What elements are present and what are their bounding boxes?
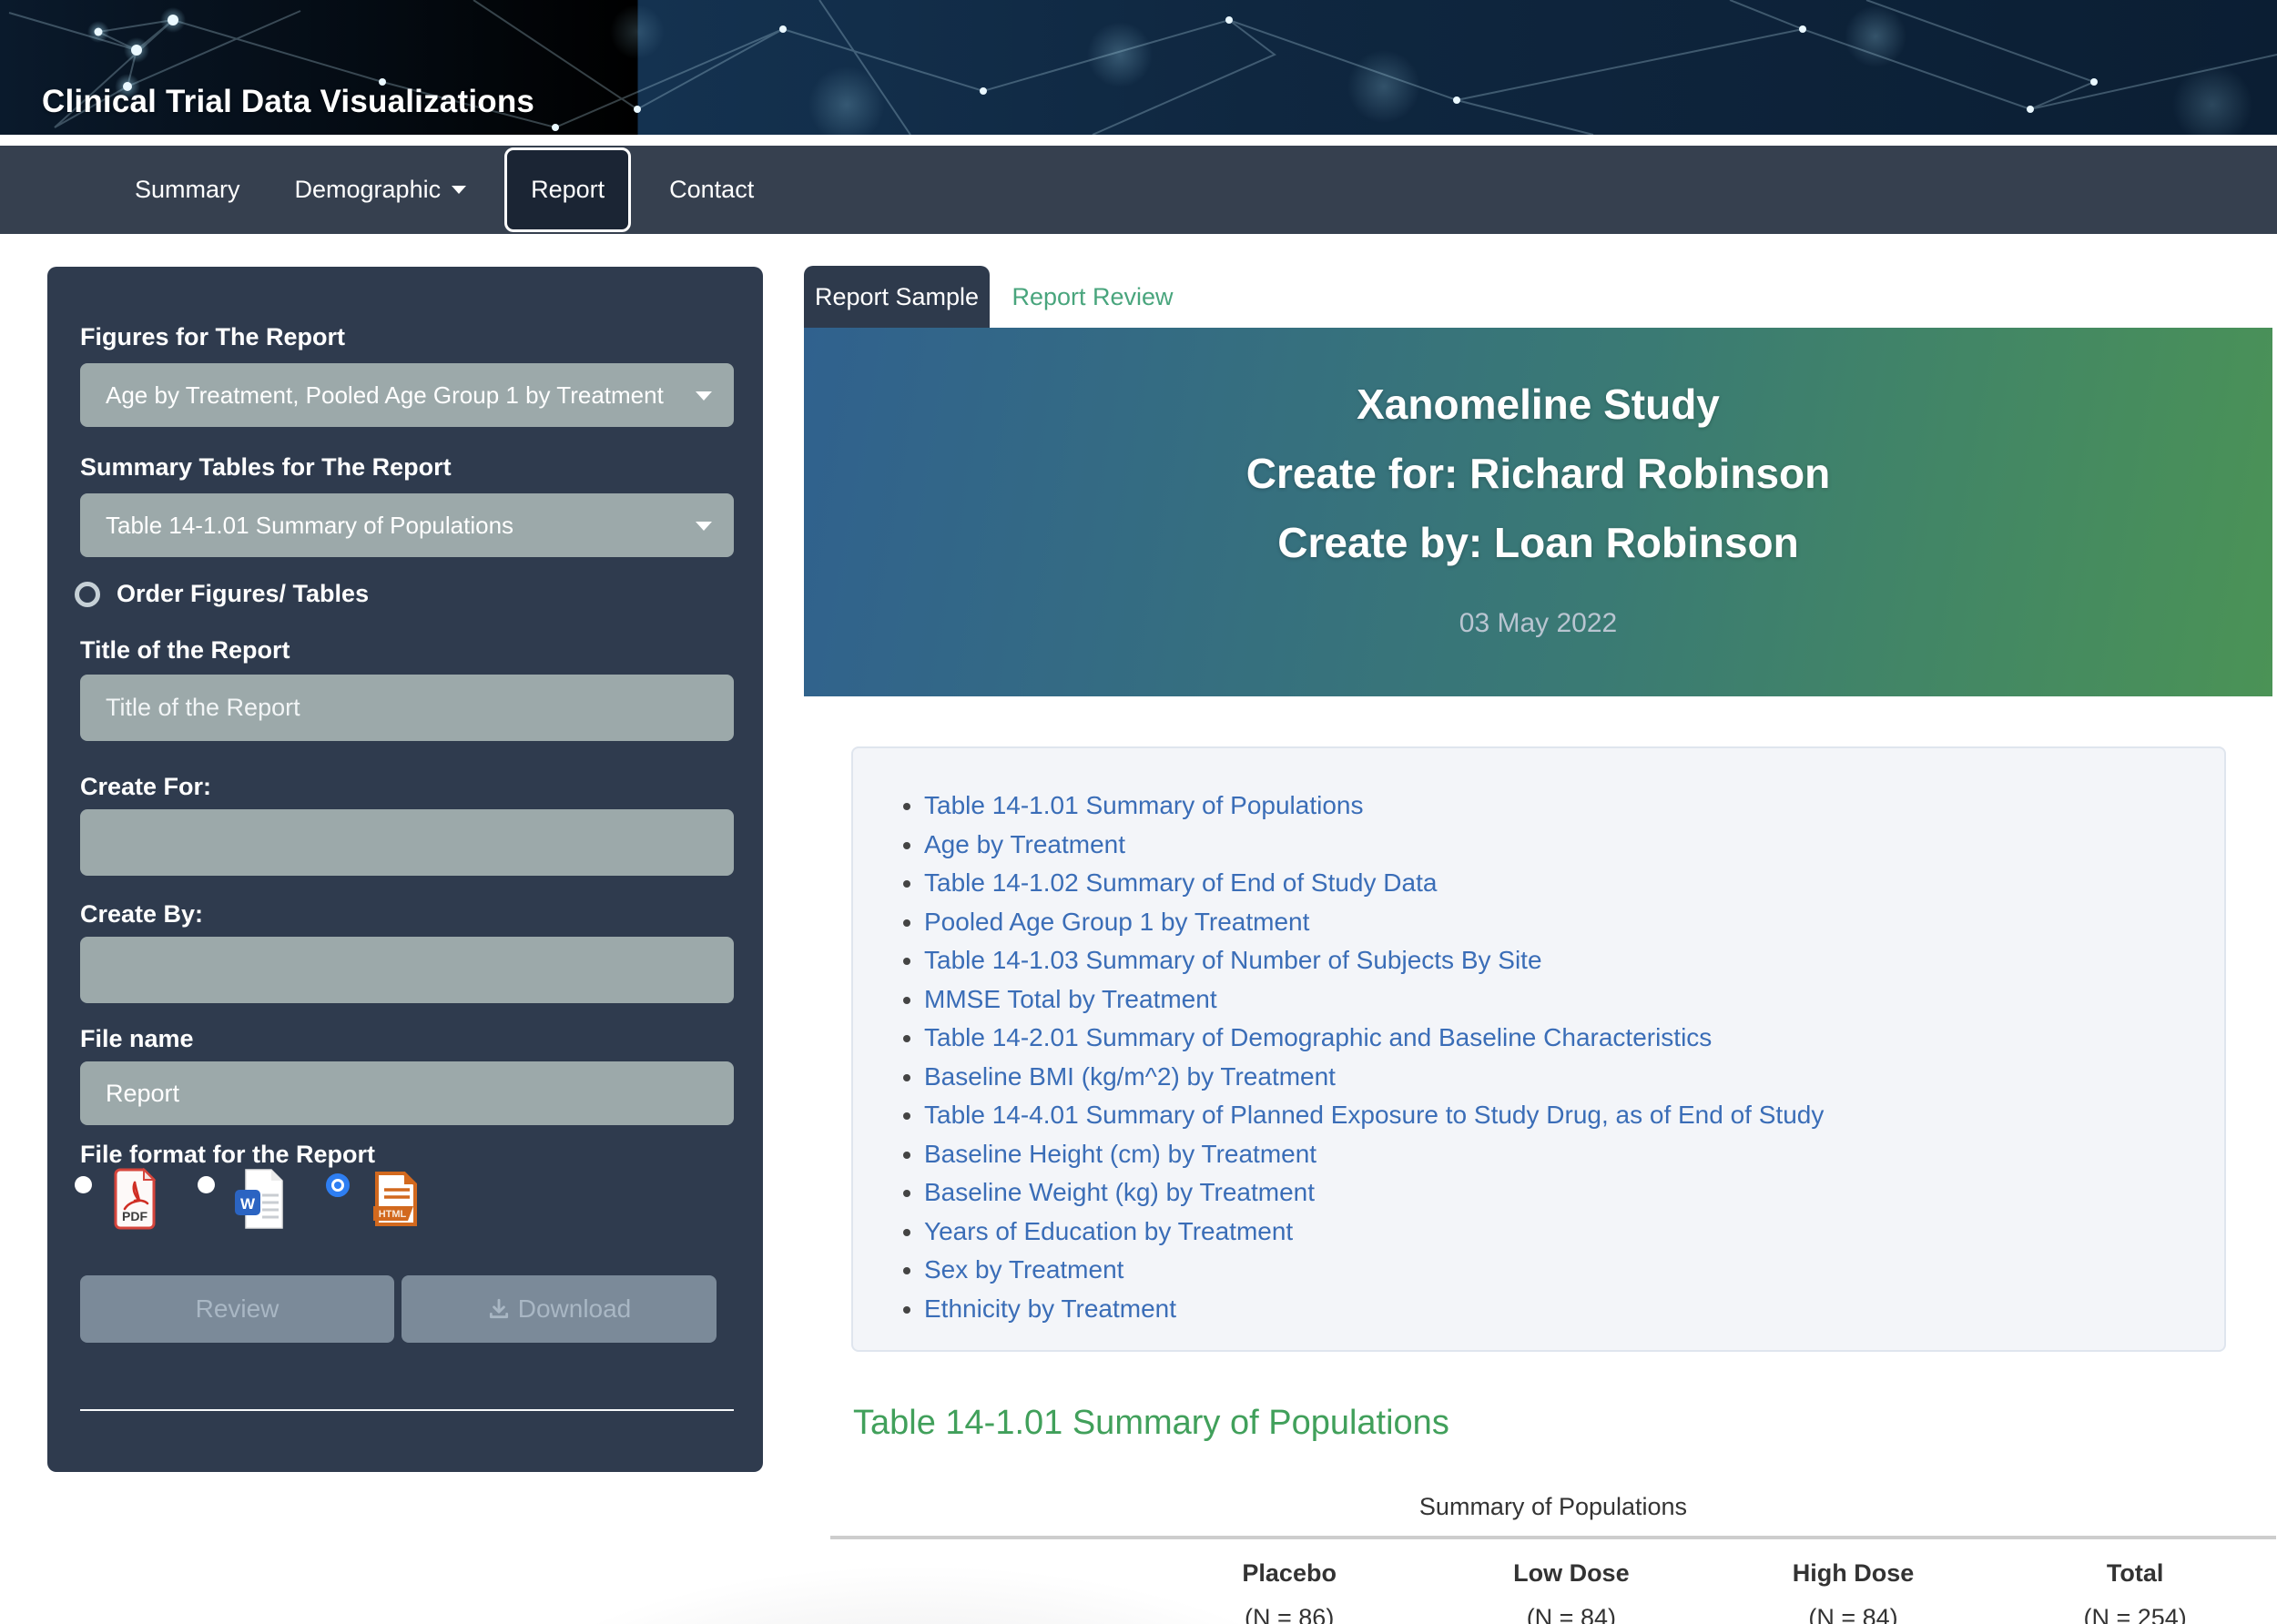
nav-item-contact[interactable]: Contact — [642, 146, 781, 234]
word-icon: W — [235, 1168, 286, 1234]
column-header: Placebo — [1242, 1559, 1337, 1587]
nav-item-report[interactable]: Report — [504, 147, 632, 232]
create-by-line: Create by: Loan Robinson — [1277, 519, 1799, 566]
column-header: Total — [2106, 1559, 2164, 1587]
svg-text:W: W — [240, 1195, 256, 1213]
create-for-input[interactable] — [80, 809, 734, 876]
file-name-input[interactable] — [80, 1061, 734, 1125]
report-options-panel: Figures for The Report Age by Treatment,… — [47, 267, 763, 1472]
order-figures-tables-toggle[interactable]: Order Figures/ Tables — [75, 580, 369, 608]
file-format-label: File format for the Report — [80, 1141, 376, 1168]
column-header: Low Dose — [1513, 1559, 1630, 1587]
list-item: Sex by Treatment — [924, 1251, 2188, 1290]
table-caption: Summary of Populations — [1418, 1493, 1688, 1520]
n-value: (N = 86) — [1245, 1604, 1335, 1624]
summary-of-populations-table: Summary of Populations Placebo Low Dose … — [830, 1493, 2276, 1624]
toc-link[interactable]: Ethnicity by Treatment — [924, 1294, 1176, 1323]
list-item: Ethnicity by Treatment — [924, 1290, 2188, 1329]
n-value: (N = 84) — [1808, 1604, 1898, 1624]
table-header-row: Placebo Low Dose High Dose Total — [830, 1539, 2276, 1588]
html-radio[interactable] — [326, 1173, 350, 1197]
toc-link[interactable]: Table 14-1.02 Summary of End of Study Da… — [924, 868, 1437, 897]
study-title: Xanomeline Study — [1357, 381, 1720, 428]
list-item: Baseline Height (cm) by Treatment — [924, 1135, 2188, 1174]
report-contents-list: Table 14-1.01 Summary of Populations Age… — [924, 787, 2188, 1328]
file-format-radio-group: PDF W HTML — [75, 1167, 461, 1236]
report-date: 03 May 2022 — [1459, 608, 1618, 638]
figures-select[interactable]: Age by Treatment, Pooled Age Group 1 by … — [80, 363, 734, 427]
table-stub-cell — [830, 1539, 1148, 1588]
list-item: MMSE Total by Treatment — [924, 980, 2188, 1020]
column-header: High Dose — [1792, 1559, 1915, 1587]
download-button[interactable]: Download — [402, 1275, 717, 1343]
svg-text:HTML: HTML — [379, 1209, 407, 1220]
summary-tables-select[interactable]: Table 14-1.01 Summary of Populations — [80, 493, 734, 557]
tab-report-sample[interactable]: Report Sample — [804, 266, 990, 328]
toc-link[interactable]: Baseline Height (cm) by Treatment — [924, 1140, 1316, 1168]
summary-tables-label: Summary Tables for The Report — [80, 453, 452, 481]
page: Clinical Trial Data Visualizations Summa… — [0, 0, 2277, 1624]
toc-link[interactable]: Sex by Treatment — [924, 1255, 1123, 1284]
nav-item-summary[interactable]: Summary — [107, 146, 268, 234]
create-by-input[interactable] — [80, 937, 734, 1003]
report-title-label: Title of the Report — [80, 636, 290, 664]
list-item: Years of Education by Treatment — [924, 1213, 2188, 1252]
toc-link[interactable]: Years of Education by Treatment — [924, 1217, 1293, 1245]
create-for-line: Create for: Richard Robinson — [1245, 450, 1831, 497]
list-item: Table 14-1.01 Summary of Populations — [924, 787, 2188, 826]
section-title: Table 14-1.01 Summary of Populations — [853, 1404, 1449, 1442]
html-icon: HTML — [370, 1168, 421, 1234]
toc-link[interactable]: Table 14-2.01 Summary of Demographic and… — [924, 1023, 1712, 1051]
n-value: (N = 254) — [2083, 1604, 2187, 1624]
list-item: Table 14-4.01 Summary of Planned Exposur… — [924, 1096, 2188, 1135]
list-item: Baseline Weight (kg) by Treatment — [924, 1173, 2188, 1213]
toc-link[interactable]: Age by Treatment — [924, 830, 1125, 858]
toc-link[interactable]: Table 14-1.01 Summary of Populations — [924, 791, 1364, 819]
list-item: Pooled Age Group 1 by Treatment — [924, 903, 2188, 942]
report-contents-box: Table 14-1.01 Summary of Populations Age… — [851, 746, 2226, 1352]
toc-link[interactable]: Baseline BMI (kg/m^2) by Treatment — [924, 1062, 1336, 1091]
toc-link[interactable]: Pooled Age Group 1 by Treatment — [924, 908, 1309, 936]
pdf-radio[interactable] — [75, 1176, 92, 1193]
table-n-row: (N = 86) (N = 84) (N = 84) (N = 254) — [830, 1588, 2276, 1624]
table-stub-cell — [830, 1588, 1148, 1624]
file-name-label: File name — [80, 1025, 194, 1052]
toc-link[interactable]: Table 14-1.03 Summary of Number of Subje… — [924, 946, 1542, 974]
toc-link[interactable]: Baseline Weight (kg) by Treatment — [924, 1178, 1315, 1206]
app-header: Clinical Trial Data Visualizations — [0, 0, 2277, 135]
report-title-input[interactable] — [80, 675, 734, 741]
word-radio[interactable] — [198, 1176, 215, 1193]
list-item: Baseline BMI (kg/m^2) by Treatment — [924, 1058, 2188, 1097]
select-caret-icon — [696, 522, 712, 531]
list-item: Age by Treatment — [924, 826, 2188, 865]
pdf-icon: PDF — [112, 1167, 158, 1234]
list-item: Table 14-1.02 Summary of End of Study Da… — [924, 864, 2188, 903]
review-button[interactable]: Review — [80, 1275, 394, 1343]
create-for-label: Create For: — [80, 773, 212, 800]
download-icon — [487, 1297, 511, 1321]
toc-link[interactable]: MMSE Total by Treatment — [924, 985, 1217, 1013]
nav-item-demographic[interactable]: Demographic — [268, 146, 494, 234]
list-item: Table 14-2.01 Summary of Demographic and… — [924, 1019, 2188, 1058]
order-toggle-circle-icon[interactable] — [75, 581, 100, 607]
panel-divider — [80, 1409, 734, 1411]
order-toggle-label: Order Figures/ Tables — [117, 580, 370, 607]
caret-down-icon — [452, 186, 467, 194]
select-caret-icon — [696, 391, 712, 401]
tab-report-review[interactable]: Report Review — [990, 266, 1195, 328]
report-cover-banner: Xanomeline Study Create for: Richard Rob… — [804, 328, 2272, 696]
list-item: Table 14-1.03 Summary of Number of Subje… — [924, 941, 2188, 980]
app-title: Clinical Trial Data Visualizations — [42, 84, 535, 119]
main-navbar: Summary Demographic Report Contact — [0, 146, 2277, 234]
figures-label: Figures for The Report — [80, 323, 346, 350]
svg-text:PDF: PDF — [122, 1209, 147, 1223]
toc-link[interactable]: Table 14-4.01 Summary of Planned Exposur… — [924, 1101, 1824, 1129]
n-value: (N = 84) — [1526, 1604, 1616, 1624]
create-by-label: Create By: — [80, 900, 204, 928]
